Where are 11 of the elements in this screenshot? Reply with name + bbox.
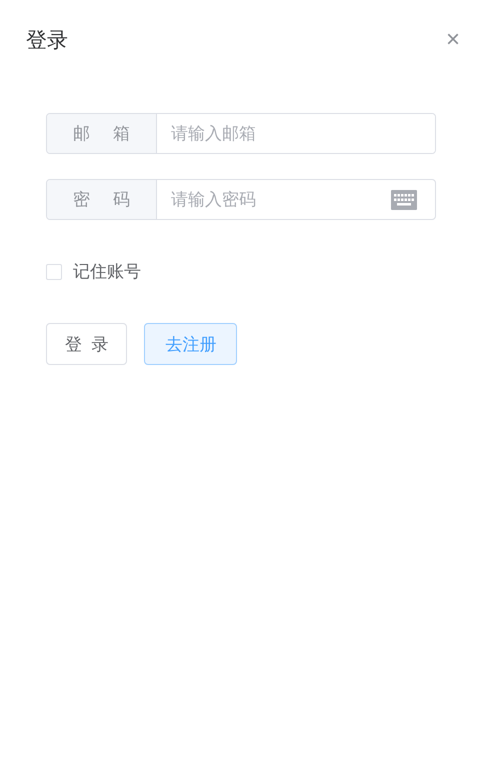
keyboard-icon[interactable] [391,190,417,210]
register-button[interactable]: 去注册 [144,323,238,365]
dialog-title: 登录 [26,27,68,54]
field-label: 邮 箱 [47,114,157,153]
field-label: 密 码 [47,180,157,219]
close-button[interactable]: × [446,28,460,52]
login-button[interactable]: 登 录 [46,323,128,365]
remember-label: 记住账号 [73,261,141,283]
remember-checkbox[interactable] [46,264,62,280]
email-field[interactable]: 邮 箱 请输入邮箱 [46,113,436,154]
password-field[interactable]: 密 码 请输入密码 [46,179,436,220]
